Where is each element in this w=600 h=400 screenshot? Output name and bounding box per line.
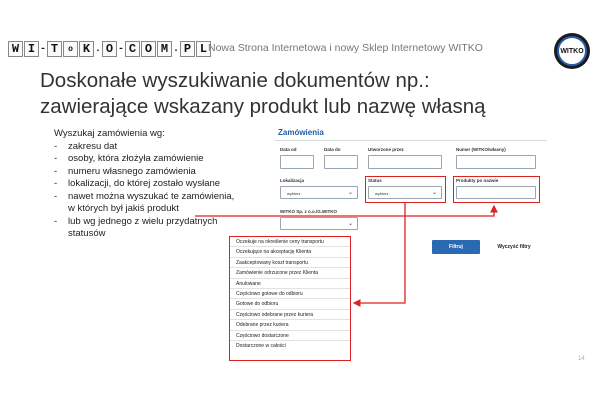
list-item: lub wg jednego z wielu przydatnych: [54, 216, 254, 229]
clear-filters-button[interactable]: Wyczyść filtry: [488, 240, 540, 254]
status-option[interactable]: Częściowo gotowe do odbioru: [230, 289, 350, 300]
location-select-value: wybierz: [287, 191, 301, 196]
list-item: lokalizacji, do której zostało wysłane: [54, 178, 254, 191]
date-to-input[interactable]: [324, 155, 358, 169]
number-input[interactable]: [456, 155, 536, 169]
status-dropdown-list[interactable]: Oczekuje na określenie ceny transportu O…: [229, 236, 351, 361]
logo-tile: O: [141, 41, 156, 57]
created-by-input[interactable]: [368, 155, 442, 169]
logo-tile: W: [8, 41, 23, 57]
slide: W I - T o K . O - C O M . P L Nowa Stron…: [0, 0, 600, 400]
logo-separator: -: [40, 43, 47, 55]
logo-separator: -: [118, 43, 125, 55]
search-criteria-list: Wyszukaj zamówienia wg: zakresu dat osob…: [54, 128, 254, 241]
date-from-input[interactable]: [280, 155, 314, 169]
logo-text: WITKO: [557, 36, 587, 66]
list-item-continuation: w których był jakiś produkt: [68, 203, 179, 214]
status-highlight-box: [365, 176, 446, 203]
slide-heading: Doskonałe wyszukiwanie dokumentów np.: z…: [40, 68, 486, 120]
company-label: WITKO Sp. z o.o./G.WITKO: [280, 209, 337, 214]
date-from-label: Data od: [280, 147, 297, 152]
logo-separator: .: [173, 43, 180, 55]
created-by-label: Utworzone przez: [368, 147, 404, 152]
list-item: osoby, która złożyła zamówienie: [54, 153, 254, 166]
status-option[interactable]: Częściowo dostarczone: [230, 331, 350, 341]
status-option[interactable]: Odebrane przez kuriera: [230, 320, 350, 331]
list-item: numeru własnego zamówienia: [54, 166, 254, 179]
heading-line-1: Doskonałe wyszukiwanie dokumentów np.:: [40, 69, 430, 92]
number-label: Numer (WITKO/własny): [456, 147, 506, 152]
logo-tile: I: [24, 41, 39, 57]
panel-divider: [275, 140, 547, 141]
list-item-continuation: statusów: [68, 228, 106, 239]
logo-tile: P: [180, 41, 195, 57]
page-number: 14: [578, 356, 585, 362]
status-option[interactable]: Zaakceptowany koszt transportu: [230, 258, 350, 269]
witko-logo-right: WITKO: [554, 33, 590, 69]
panel-title: Zamówienia: [278, 128, 324, 137]
witko-logo-left: W I - T o K . O - C O M . P L: [8, 41, 212, 57]
status-option[interactable]: Częściowo odebrane przez kuriera: [230, 310, 350, 321]
logo-separator: .: [95, 43, 102, 55]
logo-tile: C: [125, 41, 140, 57]
product-highlight-box: [453, 176, 540, 203]
filter-button[interactable]: Filtruj: [432, 240, 480, 254]
logo-tile: O: [102, 41, 117, 57]
list-item: zakresu dat: [54, 141, 254, 154]
logo-tile: M: [157, 41, 172, 57]
status-option[interactable]: Dostarczone w całości: [230, 341, 350, 351]
status-option[interactable]: Oczekuje na określenie ceny transportu: [230, 237, 350, 248]
status-option[interactable]: Zamówienie odrzucone przez Klienta: [230, 268, 350, 279]
chevron-down-icon: ⌄: [347, 190, 353, 196]
list-item: nawet można wyszukać te zamówienia,: [54, 191, 254, 204]
list-intro: Wyszukaj zamówienia wg:: [54, 128, 165, 139]
heading-line-2: zawierające wskazany produkt lub nazwę w…: [40, 95, 486, 118]
status-option[interactable]: Oczekujące na akceptację Klienta: [230, 247, 350, 258]
logo-tile: T: [47, 41, 62, 57]
company-select[interactable]: ⌄: [280, 217, 358, 230]
chevron-down-icon: ⌄: [347, 221, 353, 227]
status-option[interactable]: Gotowe do odbioru: [230, 299, 350, 310]
date-to-label: Data do: [324, 147, 341, 152]
logo-tile: K: [79, 41, 94, 57]
logo-tile: o: [63, 41, 78, 57]
top-subtitle: Nowa Strona Internetowa i nowy Sklep Int…: [208, 42, 483, 54]
location-select[interactable]: wybierz ⌄: [280, 186, 358, 199]
location-label: Lokalizacja: [280, 178, 305, 183]
status-option[interactable]: Anulowane: [230, 279, 350, 289]
